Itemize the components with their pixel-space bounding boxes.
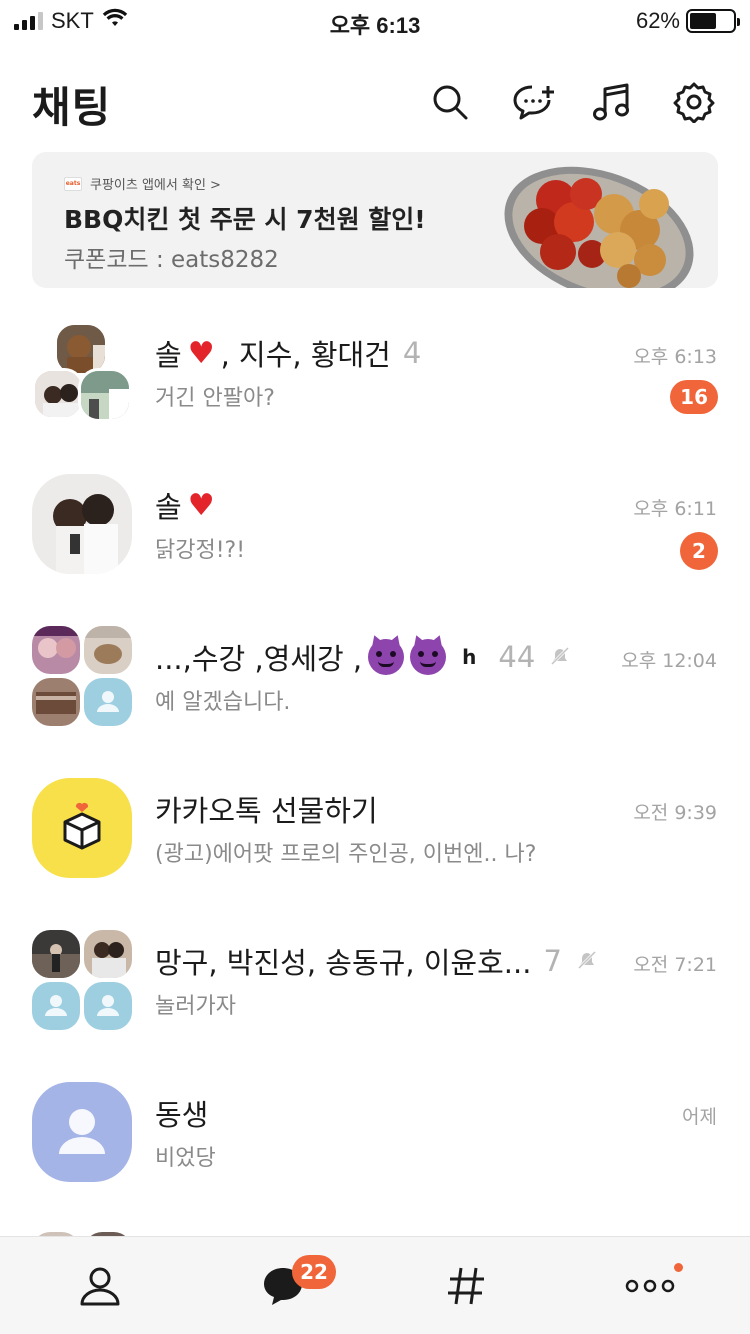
default-profile-avatar xyxy=(84,678,132,726)
openchat-tab[interactable] xyxy=(436,1261,496,1311)
last-message: 닭강정!?! xyxy=(155,538,246,563)
ad-source-label: 쿠팡이츠 앱에서 확인 > xyxy=(90,178,221,193)
new-notification-dot xyxy=(674,1263,683,1272)
group-avatar xyxy=(32,322,132,422)
gift-box-icon xyxy=(32,778,132,878)
unread-badge: 2 xyxy=(680,532,718,570)
chat-room-name: 솔 ♥ , 지수, 황대건 4 xyxy=(155,335,422,373)
chat-room-name: 동생 xyxy=(155,1098,209,1132)
default-profile-avatar xyxy=(84,982,132,1030)
search-icon[interactable] xyxy=(428,80,472,124)
member-photo xyxy=(32,678,80,726)
group-avatar xyxy=(32,626,132,726)
heart-emoji: ♥ xyxy=(187,335,215,371)
last-message: 거긴 안팔아? xyxy=(155,386,275,411)
tab-bar: 22 xyxy=(0,1236,750,1334)
chat-room-item[interactable]: 카카오톡 선물하기 (광고)에어팟 프로의 주인공, 이번엔.. 나? 오전 9… xyxy=(0,756,750,906)
chat-room-item[interactable]: 망구, 박진성, 송동규, 이윤호... 7 놀러가자 오전 7:21 xyxy=(0,908,750,1058)
member-photo xyxy=(32,474,132,574)
coupang-eats-logo: eats xyxy=(64,176,82,191)
settings-icon[interactable] xyxy=(672,80,716,124)
devil-emoji xyxy=(368,639,405,675)
ad-banner[interactable]: eats 쿠팡이츠 앱에서 확인 > BBQ치킨 첫 주문 시 7천원 할인! … xyxy=(32,152,718,288)
music-icon[interactable] xyxy=(590,80,634,124)
ad-title: BBQ치킨 첫 주문 시 7천원 할인! xyxy=(64,205,426,234)
more-dots-icon xyxy=(625,1279,675,1293)
message-time: 오후 6:11 xyxy=(633,498,717,520)
profile-avatar xyxy=(32,1082,132,1182)
group-avatar xyxy=(32,930,132,1030)
battery-percent: 62% xyxy=(635,8,680,33)
member-photo xyxy=(84,930,132,978)
ad-subtitle: 쿠폰코드 : eats8282 xyxy=(64,247,279,273)
chat-room-item[interactable] xyxy=(0,1220,750,1236)
last-message: 놀러가자 xyxy=(155,994,236,1019)
chat-room-item[interactable]: 동생 비었당 어제 xyxy=(0,1060,750,1210)
last-message: 예 알겠습니다. xyxy=(155,690,291,715)
member-photo xyxy=(78,368,132,422)
status-bar: SKT 오후 6:13 62% xyxy=(0,0,750,40)
hashtag-icon xyxy=(448,1267,484,1305)
message-time: 오전 9:39 xyxy=(633,802,717,824)
member-count: 4 xyxy=(402,336,422,370)
devil-emoji xyxy=(410,639,447,675)
chat-room-name: ...,수강 ,영세강 , h 44 xyxy=(155,636,571,678)
friends-tab[interactable] xyxy=(70,1261,130,1311)
more-tab[interactable] xyxy=(620,1261,680,1311)
mute-bell-icon xyxy=(576,944,598,978)
chat-room-name: 카카오톡 선물하기 xyxy=(155,794,378,828)
heart-emoji: ♥ xyxy=(187,487,215,523)
member-photo xyxy=(32,626,80,674)
member-count: 7 xyxy=(543,944,562,978)
header: 채팅 xyxy=(0,68,750,138)
chat-room-item[interactable]: ...,수강 ,영세강 , h 44 예 알겠습니다. 오후 12:04 xyxy=(0,604,750,754)
mute-bell-icon xyxy=(549,640,571,674)
last-message: 비었당 xyxy=(155,1146,216,1171)
message-time: 오전 7:21 xyxy=(633,954,717,976)
status-right: 62% xyxy=(635,8,740,34)
person-icon xyxy=(80,1267,120,1306)
new-chat-icon[interactable] xyxy=(512,80,556,124)
message-time: 어제 xyxy=(682,1106,717,1128)
fried-chicken-image xyxy=(494,156,704,288)
member-count: 44 xyxy=(498,640,536,674)
last-message: (광고)에어팟 프로의 주인공, 이번엔.. 나? xyxy=(155,842,537,867)
profile-avatar xyxy=(32,474,132,574)
chat-room-name: 솔 ♥ xyxy=(155,487,215,525)
chat-room-item[interactable]: 솔 ♥ , 지수, 황대건 4 거긴 안팔아? 오후 6:13 16 xyxy=(0,300,750,450)
member-photo xyxy=(84,626,132,674)
message-time: 오후 12:04 xyxy=(621,650,717,672)
unread-badge: 16 xyxy=(670,380,718,414)
gift-channel-avatar xyxy=(32,778,132,878)
page-title: 채팅 xyxy=(32,83,112,132)
default-profile-avatar xyxy=(32,982,80,1030)
default-profile-avatar xyxy=(32,1082,132,1182)
member-photo xyxy=(32,368,84,420)
battery-icon xyxy=(686,9,740,33)
member-photo xyxy=(32,930,80,978)
chats-unread-badge: 22 xyxy=(292,1255,336,1289)
message-time: 오후 6:13 xyxy=(633,346,717,368)
chat-room-name: 망구, 박진성, 송동규, 이윤호... 7 xyxy=(155,940,598,982)
ad-source: eats 쿠팡이츠 앱에서 확인 > xyxy=(64,174,221,193)
chat-room-item[interactable]: 솔 ♥ 닭강정!?! 오후 6:11 2 xyxy=(0,452,750,602)
